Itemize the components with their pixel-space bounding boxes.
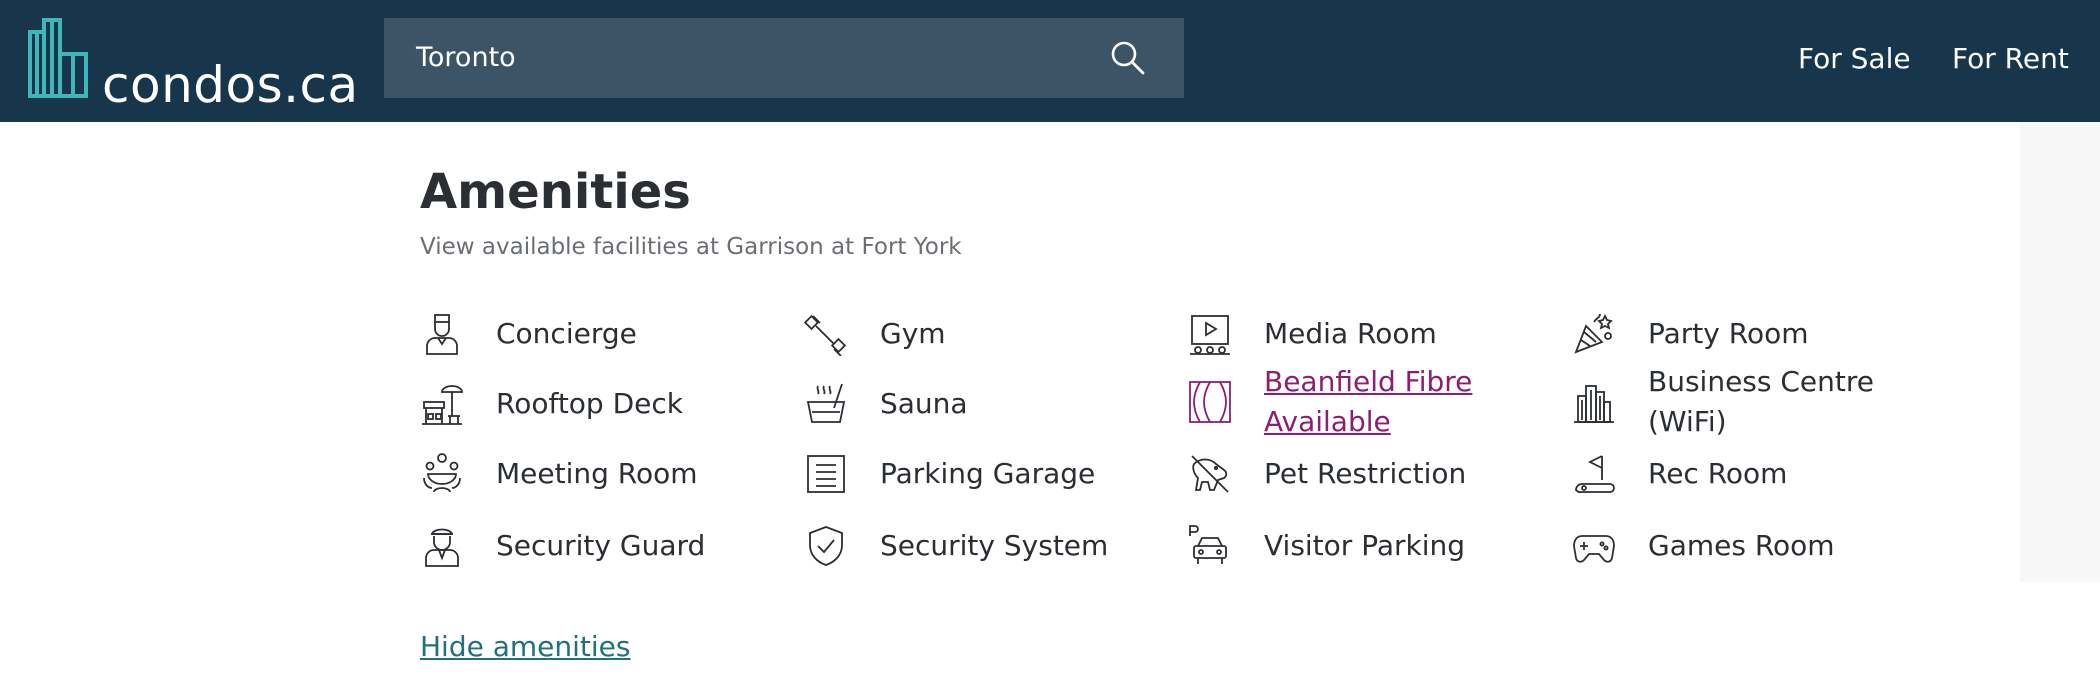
amenity-label: Rooftop Deck [496, 387, 684, 420]
media-room-icon [1188, 312, 1232, 356]
amenity-item: Meeting Room [420, 452, 698, 496]
rec-room-icon [1572, 452, 1616, 496]
amenity-label: Pet Restriction [1264, 457, 1467, 490]
amenity-item: Security System [804, 524, 1108, 568]
amenity-label: Parking Garage [880, 457, 1096, 490]
hide-amenities-link[interactable]: Hide amenities [420, 630, 631, 663]
amenity-label: Visitor Parking [1264, 529, 1466, 562]
amenity-item: Media Room [1188, 312, 1437, 356]
amenity-item-link[interactable]: Beanfield Fibre Available [1188, 362, 1524, 442]
section-title: Amenities [420, 164, 691, 220]
beanfield-link[interactable]: Beanfield Fibre Available [1264, 362, 1524, 442]
visitor-parking-icon [1188, 524, 1232, 568]
nav-for-sale[interactable]: For Sale [1798, 0, 1911, 122]
amenity-item: Gym [804, 312, 946, 356]
amenity-item: Pet Restriction [1188, 452, 1466, 496]
pet-restriction-icon [1188, 452, 1232, 496]
dumbbell-icon [804, 312, 848, 356]
amenity-label: Gym [880, 317, 946, 350]
amenity-label: Games Room [1648, 529, 1835, 562]
logo[interactable]: condos.ca [26, 18, 358, 114]
sauna-icon [804, 382, 848, 426]
amenity-label: Rec Room [1648, 457, 1788, 490]
search-input[interactable]: Toronto [416, 18, 516, 98]
amenity-item: Rooftop Deck [420, 382, 683, 426]
business-centre-icon [1572, 380, 1616, 424]
right-side-panel [2020, 122, 2100, 582]
concierge-icon [420, 312, 464, 356]
logo-buildings-icon [28, 18, 88, 98]
amenity-label: Business Centre (WiFi) [1648, 365, 1874, 438]
search-icon[interactable] [1110, 40, 1146, 76]
amenity-item: Security Guard [420, 524, 705, 568]
amenity-item: Party Room [1572, 312, 1808, 356]
amenity-label: Security System [880, 529, 1109, 562]
amenity-item: Sauna [804, 382, 968, 426]
amenity-label: Party Room [1648, 317, 1809, 350]
amenity-label: Security Guard [496, 529, 706, 562]
amenity-label: Sauna [880, 387, 968, 420]
search-bar[interactable]: Toronto [384, 18, 1184, 98]
nav-for-rent[interactable]: For Rent [1952, 0, 2069, 122]
amenity-item: Concierge [420, 312, 637, 356]
meeting-room-icon [420, 452, 464, 496]
section-subtitle: View available facilities at Garrison at… [420, 234, 962, 260]
amenity-item: Business Centre (WiFi) [1572, 362, 1908, 442]
amenity-label: Meeting Room [496, 457, 698, 490]
beanfield-icon [1188, 380, 1232, 424]
security-guard-icon [420, 524, 464, 568]
amenity-label: Concierge [496, 317, 637, 350]
shield-icon [804, 524, 848, 568]
parking-garage-icon [804, 452, 848, 496]
rooftop-deck-icon [420, 382, 464, 426]
amenity-item: Visitor Parking [1188, 524, 1465, 568]
logo-text: condos.ca [102, 56, 359, 114]
amenity-item: Rec Room [1572, 452, 1787, 496]
amenity-item: Parking Garage [804, 452, 1095, 496]
amenity-item: Games Room [1572, 524, 1835, 568]
top-header: condos.ca Toronto For Sale For Rent [0, 0, 2100, 122]
gamepad-icon [1572, 524, 1616, 568]
amenity-label: Media Room [1264, 317, 1437, 350]
party-icon [1572, 312, 1616, 356]
